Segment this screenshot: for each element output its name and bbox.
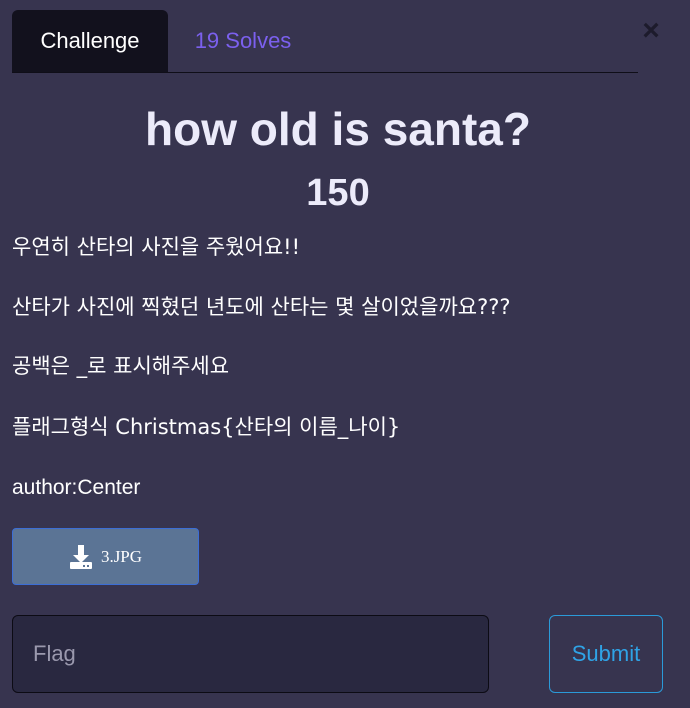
- description-line: 우연히 산타의 사진을 주웠어요!!: [12, 235, 301, 259]
- tab-challenge[interactable]: Challenge: [12, 10, 168, 72]
- tab-solves[interactable]: 19 Solves: [168, 10, 318, 72]
- submit-button[interactable]: Submit: [549, 615, 663, 693]
- challenge-modal: Challenge 19 Solves × how old is santa? …: [0, 0, 690, 708]
- description-line: 플래그형식 Christmas{산타의 이름_나이}: [12, 415, 401, 439]
- download-file-button[interactable]: 3.JPG: [12, 528, 199, 585]
- description-line: 공백은 _로 표시해주세요: [12, 354, 230, 378]
- challenge-value: 150: [306, 172, 370, 214]
- download-icon: [69, 544, 92, 569]
- description-line: 산타가 사진에 찍혔던 년도에 산타는 몇 살이었을까요???: [12, 295, 511, 319]
- tab-bar: Challenge 19 Solves: [12, 10, 638, 73]
- flag-input[interactable]: [12, 615, 489, 693]
- close-icon[interactable]: ×: [636, 16, 666, 46]
- file-name: 3.JPG: [100, 546, 143, 566]
- challenge-title: how old is santa?: [145, 103, 531, 155]
- author-line: author:Center: [12, 476, 141, 499]
